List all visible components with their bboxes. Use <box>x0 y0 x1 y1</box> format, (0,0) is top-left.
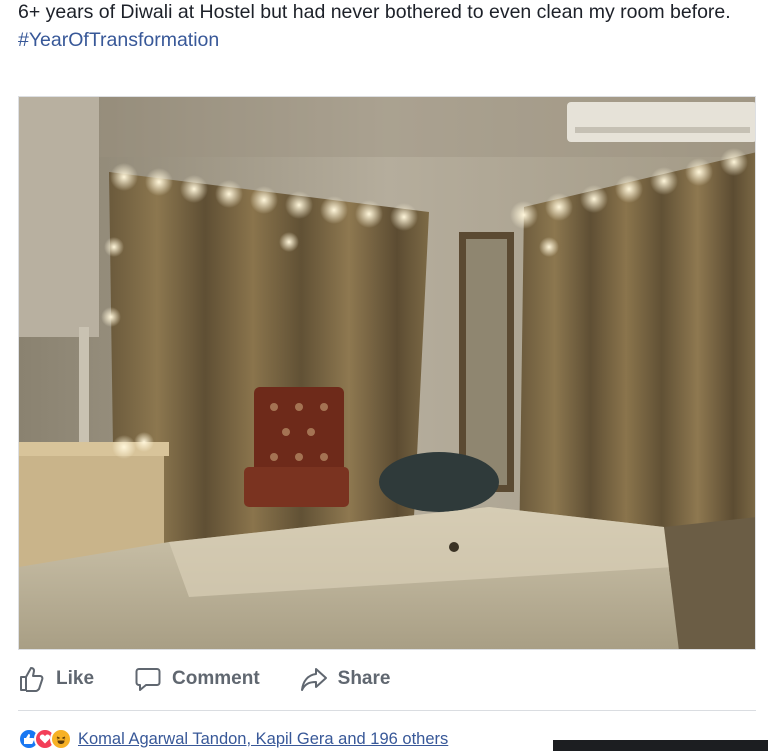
post-text-block: 6+ years of Diwali at Hostel but had nev… <box>18 0 738 54</box>
share-arrow-icon <box>300 665 328 693</box>
comment-label: Comment <box>172 668 260 689</box>
like-button[interactable]: Like <box>18 665 94 693</box>
actions-divider <box>18 710 756 711</box>
background-edge <box>553 740 768 751</box>
post-message: 6+ years of Diwali at Hostel but had nev… <box>18 1 731 23</box>
share-label: Share <box>337 668 391 689</box>
reaction-icons <box>18 728 72 750</box>
thumbs-up-icon <box>18 665 46 693</box>
reactions-summary[interactable]: Komal Agarwal Tandon, Kapil Gera and 196… <box>18 728 448 750</box>
haha-icon <box>50 728 72 750</box>
reaction-names-link[interactable]: Komal Agarwal Tandon, Kapil Gera and 196… <box>78 730 448 749</box>
comment-bubble-icon <box>134 665 162 693</box>
post-photo[interactable] <box>18 96 756 650</box>
post-actions-bar: Like Comment Share <box>18 662 756 696</box>
comment-button[interactable]: Comment <box>134 665 260 693</box>
share-button[interactable]: Share <box>300 665 391 693</box>
hashtag-link[interactable]: #YearOfTransformation <box>18 26 738 54</box>
like-label: Like <box>56 668 95 689</box>
